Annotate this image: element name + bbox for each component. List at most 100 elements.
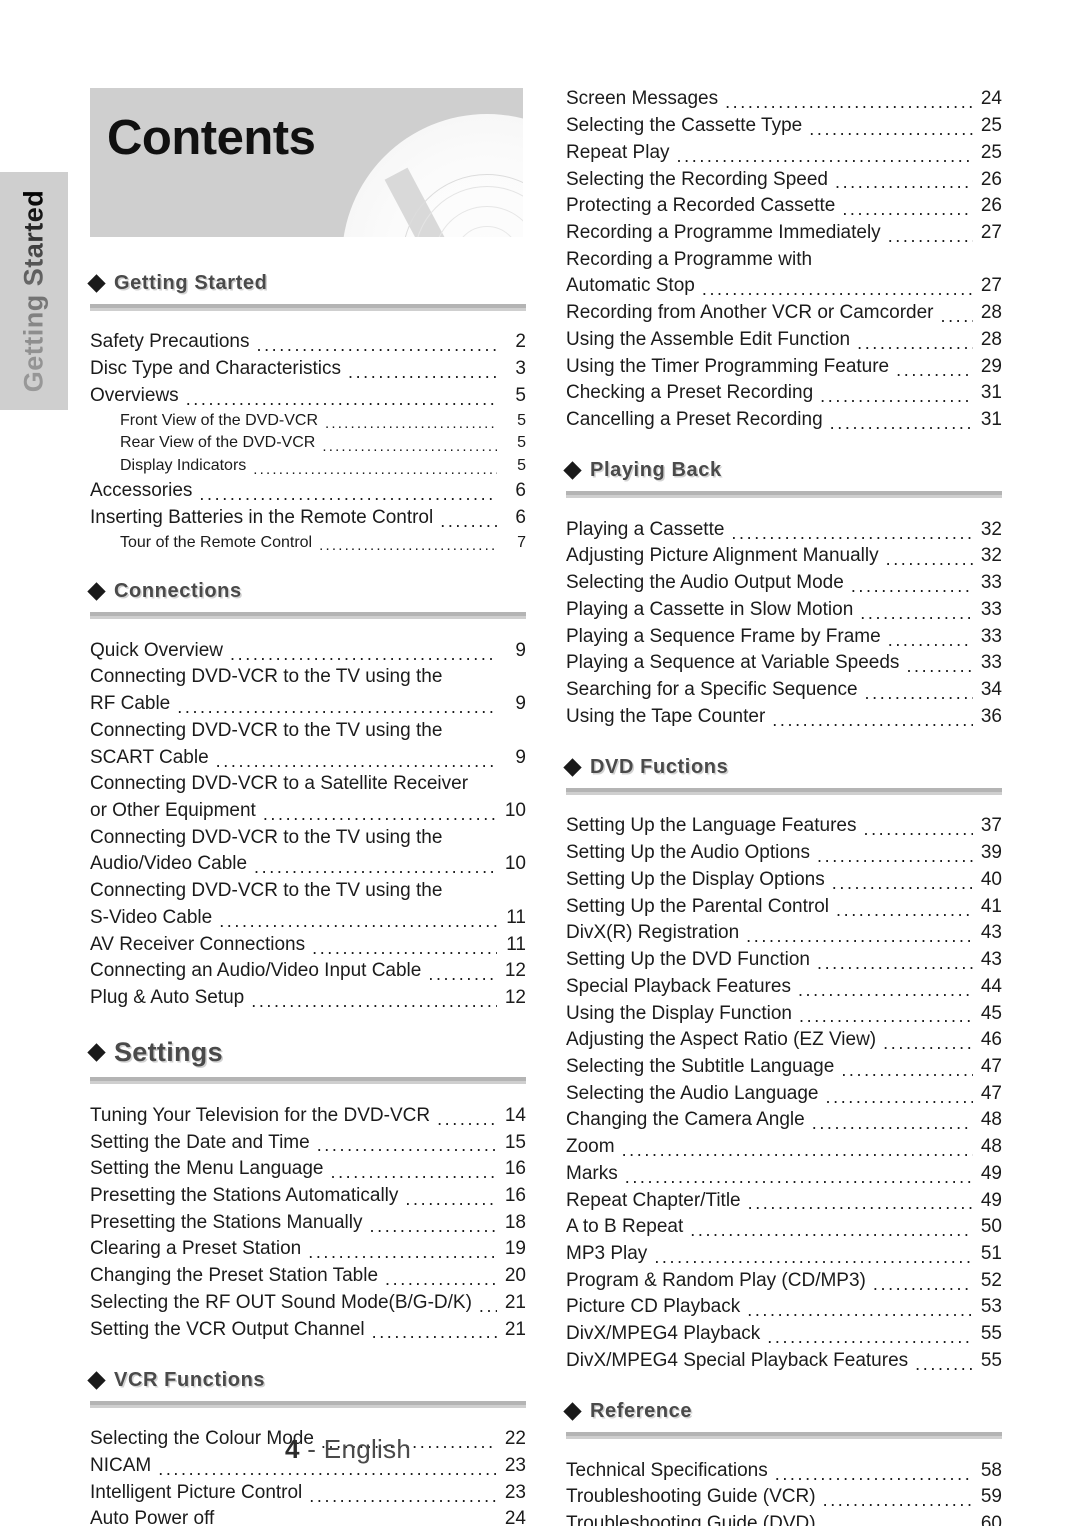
toc-entry[interactable]: Playing a Cassette......................… bbox=[566, 516, 1002, 543]
toc-entry[interactable]: Tuning Your Television for the DVD-VCR..… bbox=[90, 1102, 526, 1129]
toc-entry[interactable]: Overviews...............................… bbox=[90, 382, 526, 409]
toc-entry[interactable]: Adjusting the Aspect Ratio (EZ View)....… bbox=[566, 1027, 1002, 1054]
toc-entry[interactable]: Display Indicators......................… bbox=[90, 455, 526, 478]
toc-entry[interactable]: DivX/MPEG4 Playback.....................… bbox=[566, 1321, 1002, 1348]
toc-entry[interactable]: Clearing a Preset Station...............… bbox=[90, 1236, 526, 1263]
toc-entry[interactable]: Using the Display Function..............… bbox=[566, 1000, 1002, 1027]
toc-entry[interactable]: Rear View of the DVD-VCR................… bbox=[90, 432, 526, 455]
toc-entry[interactable]: Intelligent Picture Control.............… bbox=[90, 1479, 526, 1506]
section-heading: Getting Started bbox=[87, 272, 526, 295]
toc-entry-label: Setting Up the Audio Options bbox=[566, 842, 810, 864]
toc-entry[interactable]: Connecting an Audio/Video Input Cable...… bbox=[90, 958, 526, 985]
toc-entry[interactable]: Front View of the DVD-VCR...............… bbox=[90, 409, 526, 432]
toc-entry[interactable]: Plug & Auto Setup.......................… bbox=[90, 985, 526, 1012]
toc-entry[interactable]: Using the Tape Counter..................… bbox=[566, 703, 1002, 730]
toc-entry[interactable]: Using the Assemble Edit Function........… bbox=[566, 326, 1002, 353]
toc-entry[interactable]: Connecting DVD-VCR to the TV using the bbox=[90, 718, 526, 745]
toc-entry[interactable]: AV Receiver Connections.................… bbox=[90, 931, 526, 958]
toc-entry[interactable]: Selecting the Audio Output Mode.........… bbox=[566, 570, 1002, 597]
toc-entry[interactable]: Troubleshooting Guide (VCR).............… bbox=[566, 1484, 1002, 1511]
toc-entry-label: Recording from Another VCR or Camcorder bbox=[566, 302, 934, 324]
footer-language: English bbox=[323, 1434, 412, 1464]
toc-leader-dots: ........................................… bbox=[863, 820, 973, 839]
toc-entry[interactable]: Connecting DVD-VCR to the TV using the bbox=[90, 824, 526, 851]
toc-entry[interactable]: Setting the Date and Time...............… bbox=[90, 1129, 526, 1156]
toc-entry[interactable]: Adjusting Picture Alignment Manually....… bbox=[566, 543, 1002, 570]
toc-entry[interactable]: MP3 Play................................… bbox=[566, 1241, 1002, 1268]
toc-leader-dots: ........................................… bbox=[253, 461, 497, 477]
toc-entry[interactable]: Playing a Sequence at Variable Speeds...… bbox=[566, 650, 1002, 677]
toc-entry[interactable]: Auto Power off..........................… bbox=[90, 1506, 526, 1526]
toc-entry[interactable]: Picture CD Playback.....................… bbox=[566, 1294, 1002, 1321]
toc-entry[interactable]: Presetting the Stations Manually........… bbox=[90, 1209, 526, 1236]
toc-entry[interactable]: Connecting DVD-VCR to the TV using the bbox=[90, 664, 526, 691]
toc-entry[interactable]: Selecting the RF OUT Sound Mode(B/G-D/K)… bbox=[90, 1289, 526, 1316]
toc-entry[interactable]: SCART Cable.............................… bbox=[90, 744, 526, 771]
toc-entry[interactable]: DivX(R) Registration....................… bbox=[566, 920, 1002, 947]
toc-entry[interactable]: Changing the Camera Angle...............… bbox=[566, 1107, 1002, 1134]
toc-entry[interactable]: Accessories.............................… bbox=[90, 478, 526, 505]
toc-entry[interactable]: Connecting DVD-VCR to a Satellite Receiv… bbox=[90, 771, 526, 798]
toc-leader-dots: ........................................… bbox=[825, 1087, 974, 1106]
toc-entry[interactable]: Changing the Preset Station Table.......… bbox=[90, 1263, 526, 1290]
toc-entry[interactable]: Technical Specifications................… bbox=[566, 1457, 1002, 1484]
toc-entry[interactable]: Tour of the Remote Control..............… bbox=[90, 531, 526, 554]
toc-entry-label: Using the Timer Programming Feature bbox=[566, 355, 890, 377]
toc-entry[interactable]: Repeat Chapter/Title....................… bbox=[566, 1187, 1002, 1214]
toc-entry[interactable]: Setting the VCR Output Channel..........… bbox=[90, 1316, 526, 1343]
toc-entry-page-number: 24 bbox=[504, 1508, 526, 1526]
toc-entry[interactable]: Recording a Programme Immediately.......… bbox=[566, 220, 1002, 247]
toc-entry[interactable]: A to B Repeat...........................… bbox=[566, 1214, 1002, 1241]
toc-entry[interactable]: Using the Timer Programming Feature.....… bbox=[566, 353, 1002, 380]
toc-entry-label: Selecting the Subtitle Language bbox=[566, 1055, 835, 1077]
toc-entry-label: Accessories bbox=[90, 480, 193, 502]
toc-entry[interactable]: Setting Up the Display Options..........… bbox=[566, 867, 1002, 894]
toc-entry[interactable]: DivX/MPEG4 Special Playback Features....… bbox=[566, 1347, 1002, 1374]
toc-entry[interactable]: Marks...................................… bbox=[566, 1160, 1002, 1187]
toc-entry[interactable]: Screen Messages.........................… bbox=[566, 86, 1002, 113]
toc-entry[interactable]: or Other Equipment......................… bbox=[90, 798, 526, 825]
toc-entry[interactable]: Setting the Menu Language...............… bbox=[90, 1156, 526, 1183]
toc-entry[interactable]: Connecting DVD-VCR to the TV using the bbox=[90, 878, 526, 905]
toc-list: Setting Up the Language Features........… bbox=[566, 813, 1002, 1374]
toc-leader-dots: ........................................… bbox=[842, 200, 973, 219]
toc-leader-dots: ........................................… bbox=[829, 413, 973, 432]
toc-entry[interactable]: Inserting Batteries in the Remote Contro… bbox=[90, 505, 526, 532]
toc-entry[interactable]: Quick Overview..........................… bbox=[90, 637, 526, 664]
toc-entry-label: Tour of the Remote Control bbox=[120, 533, 313, 551]
toc-leader-dots: ........................................… bbox=[799, 1007, 973, 1026]
toc-entry[interactable]: Automatic Stop..........................… bbox=[566, 273, 1002, 300]
toc-entry-label: MP3 Play bbox=[566, 1242, 648, 1264]
toc-entry[interactable]: RF Cable................................… bbox=[90, 691, 526, 718]
toc-entry[interactable]: Setting Up the Parental Control.........… bbox=[566, 893, 1002, 920]
toc-entry-page-number: 53 bbox=[980, 1296, 1002, 1318]
toc-entry[interactable]: Protecting a Recorded Cassette..........… bbox=[566, 193, 1002, 220]
toc-entry[interactable]: Setting Up the DVD Function.............… bbox=[566, 947, 1002, 974]
toc-entry[interactable]: Troubleshooting Guide (DVD).............… bbox=[566, 1511, 1002, 1526]
toc-entry[interactable]: Selecting the Cassette Type.............… bbox=[566, 113, 1002, 140]
page-title: Contents bbox=[107, 111, 316, 165]
toc-entry[interactable]: Safety Precautions......................… bbox=[90, 329, 526, 356]
toc-entry[interactable]: Checking a Preset Recording.............… bbox=[566, 380, 1002, 407]
toc-entry[interactable]: Selecting the Recording Speed...........… bbox=[566, 166, 1002, 193]
toc-entry[interactable]: Audio/Video Cable.......................… bbox=[90, 851, 526, 878]
toc-entry[interactable]: Searching for a Specific Sequence.......… bbox=[566, 677, 1002, 704]
toc-entry[interactable]: Recording a Programme with bbox=[566, 246, 1002, 273]
toc-entry[interactable]: Selecting the Audio Language............… bbox=[566, 1080, 1002, 1107]
toc-entry[interactable]: Recording from Another VCR or Camcorder.… bbox=[566, 300, 1002, 327]
toc-entry[interactable]: Repeat Play.............................… bbox=[566, 139, 1002, 166]
toc-entry[interactable]: Playing a Cassette in Slow Motion.......… bbox=[566, 597, 1002, 624]
toc-entry[interactable]: Special Playback Features...............… bbox=[566, 973, 1002, 1000]
toc-entry[interactable]: Zoom....................................… bbox=[566, 1134, 1002, 1161]
toc-entry[interactable]: Playing a Sequence Frame by Frame.......… bbox=[566, 623, 1002, 650]
toc-entry-label: Connecting DVD-VCR to the TV using the bbox=[90, 826, 443, 848]
toc-entry[interactable]: S-Video Cable...........................… bbox=[90, 905, 526, 932]
toc-entry[interactable]: Program & Random Play (CD/MP3)..........… bbox=[566, 1267, 1002, 1294]
toc-entry[interactable]: Cancelling a Preset Recording...........… bbox=[566, 407, 1002, 434]
toc-entry[interactable]: Disc Type and Characteristics...........… bbox=[90, 356, 526, 383]
toc-entry[interactable]: Selecting the Subtitle Language.........… bbox=[566, 1054, 1002, 1081]
side-tab-getting-started: Getting Started bbox=[0, 172, 68, 410]
toc-entry[interactable]: Presetting the Stations Automatically...… bbox=[90, 1183, 526, 1210]
toc-entry[interactable]: Setting Up the Audio Options............… bbox=[566, 840, 1002, 867]
toc-entry[interactable]: Setting Up the Language Features........… bbox=[566, 813, 1002, 840]
